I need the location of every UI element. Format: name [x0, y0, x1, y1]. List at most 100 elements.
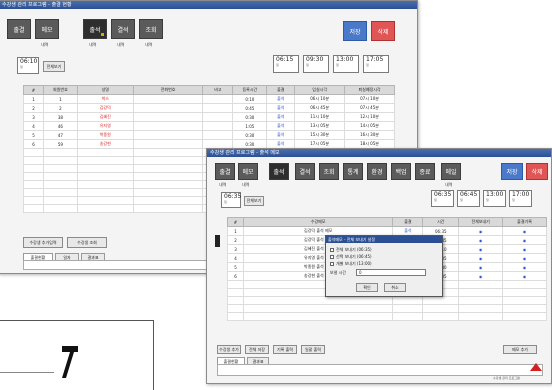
checkbox-icon[interactable] [330, 262, 334, 266]
dialog-option[interactable]: 개별 보내기 (13:00) [330, 261, 372, 267]
time-slot[interactable]: 06:15 일 [273, 55, 299, 73]
toolbar-button-memo[interactable]: 메모 [35, 19, 59, 39]
search-student-button[interactable]: 수강생 조회 [67, 237, 107, 248]
radio-icon[interactable]: ◉ [458, 253, 504, 263]
table-cell: 0:10 [232, 94, 268, 104]
toolbar-button-label: 통계 [347, 169, 359, 176]
batch-print-button[interactable]: 일괄 출력 [301, 345, 325, 354]
table-row[interactable]: 1 1 박스 0:10 출석 06시 10분 07시 10분 [23, 94, 395, 104]
filter-button[interactable]: 전체보기 [43, 61, 65, 72]
toolbar-button-search[interactable]: 조회 [139, 19, 163, 39]
radio-icon[interactable]: ◉ [502, 253, 547, 263]
column-header[interactable]: # [23, 85, 44, 95]
save-button[interactable]: 저장 [343, 21, 367, 41]
toolbar-button-mail[interactable]: 메일 [441, 163, 461, 180]
time-slot[interactable]: 06:35 일 [431, 190, 454, 207]
column-header[interactable]: 성명 [76, 85, 134, 95]
delete-button[interactable]: 삭제 [526, 163, 548, 180]
toolbar-button-present[interactable]: 출석 [83, 19, 107, 39]
column-header[interactable]: 회원번호 [42, 85, 78, 95]
send-settings-dialog: 출석메모 - 전체 보내기 설정 전체 보내기 (06:35) 선택 보내기 (… [325, 235, 443, 297]
save-all-button[interactable]: 전체 저장 [245, 345, 269, 354]
column-header[interactable]: 출결 [266, 85, 296, 95]
filter-button[interactable]: 전체보기 [244, 196, 264, 206]
column-header[interactable]: 전화번호 [132, 85, 204, 95]
toolbar-button-backup[interactable]: 백업 [391, 163, 411, 180]
radio-icon[interactable]: ◉ [502, 271, 547, 281]
time-slot[interactable]: 09:30 일 [303, 55, 329, 73]
dialog-option[interactable]: 전체 보내기 (06:35) [330, 247, 372, 253]
column-header[interactable]: 입실시각 [294, 85, 346, 95]
time-slot[interactable]: 17:05 일 [363, 55, 389, 73]
checkbox-icon[interactable] [330, 255, 334, 259]
toolbar-button-exit[interactable]: 종료 [415, 163, 435, 180]
add-student-button[interactable]: 수강생 추가 [217, 345, 241, 354]
column-header[interactable]: 출결 [392, 217, 424, 227]
table-cell: 14시 05분 [344, 121, 395, 131]
time-slot-sub: 일 [434, 198, 437, 202]
table-row[interactable]: 4 46 유지영 1:05 출석 13시 05분 14시 05분 [23, 121, 395, 131]
table-cell: 박종원 [76, 130, 134, 140]
save-button[interactable]: 저장 [501, 163, 523, 180]
table-row[interactable]: 2 2 김강덕 0:45 출석 06시 45분 07시 45분 [23, 103, 395, 113]
table-cell: 유지영 [76, 121, 134, 131]
column-header[interactable]: 등록시간 [232, 85, 268, 95]
table-cell: 11시 10분 [294, 112, 346, 122]
column-header[interactable]: 전체보내기 [458, 217, 504, 227]
toolbar-button-attendance[interactable]: 출결 [7, 19, 31, 39]
radio-icon[interactable]: ◉ [458, 235, 504, 245]
radio-icon[interactable]: ◉ [458, 271, 504, 281]
table-cell [202, 103, 234, 113]
column-header[interactable]: 비고 [202, 85, 234, 95]
radio-icon[interactable]: ◉ [502, 235, 547, 245]
toolbar-button-absent[interactable]: 결석 [295, 163, 315, 180]
table-row[interactable]: 5 47 박종원 0:30 출석 15시 30분 16시 30분 [23, 130, 395, 140]
table-cell: 16시 30분 [344, 130, 395, 140]
toolbar-sublabel: 내역 [445, 182, 453, 187]
ok-button[interactable]: 확인 [356, 283, 378, 292]
radio-icon[interactable]: ◉ [458, 262, 504, 272]
time-slot-sub: 일 [512, 198, 515, 202]
toolbar-button-label: 백업 [395, 169, 407, 176]
table-cell: 13시 05분 [294, 121, 346, 131]
time-slot[interactable]: 13:00 일 [483, 190, 506, 207]
checkbox-icon[interactable] [330, 248, 334, 252]
date-box[interactable]: 06:35 일 [221, 192, 241, 208]
column-header[interactable]: 퇴실예정시각 [344, 85, 395, 95]
time-slot-sub: 일 [336, 63, 339, 67]
time-slot[interactable]: 13:00 일 [333, 55, 359, 73]
radio-icon[interactable]: ◉ [458, 244, 504, 254]
delete-button[interactable]: 삭제 [371, 21, 395, 41]
table-row[interactable]: 3 38 김혜진 0:30 출석 11시 10분 12시 10분 [23, 112, 395, 122]
radio-icon[interactable]: ◉ [502, 244, 547, 254]
dialog-option[interactable]: 선택 보내기 (06:45) [330, 254, 372, 260]
toolbar-sublabel: 내역 [117, 42, 125, 47]
column-header[interactable]: 시간 [422, 217, 460, 227]
toolbar-button-absent[interactable]: 결석 [111, 19, 135, 39]
toolbar-button-search[interactable]: 조회 [319, 163, 339, 180]
toolbar-button-attendance[interactable]: 출결 [215, 163, 235, 180]
date-box[interactable]: 06:10 일 [17, 57, 39, 74]
column-header[interactable]: # [227, 217, 244, 227]
time-slot[interactable]: 17:00 일 [509, 190, 532, 207]
toolbar-button-memo[interactable]: 메모 [238, 163, 258, 180]
toolbar-button-stats[interactable]: 통계 [343, 163, 363, 180]
column-header[interactable]: 출결기록 [502, 217, 547, 227]
logo-icon [529, 361, 543, 375]
toolbar-button-label: 출석 [89, 26, 101, 34]
add-memo-button[interactable]: 메모 추가 [503, 345, 537, 354]
time-slot[interactable]: 06:45 일 [457, 190, 480, 207]
add-student-button[interactable]: 수강생 추가입력 [23, 237, 63, 248]
radio-icon[interactable]: ◉ [502, 226, 547, 236]
radio-icon[interactable]: ◉ [458, 226, 504, 236]
cancel-button[interactable]: 취소 [384, 283, 406, 292]
time-slot-sub: 일 [460, 198, 463, 202]
print-record-button[interactable]: 기록 출력 [273, 345, 297, 354]
table-cell: 1 [23, 94, 44, 104]
dialog-field-input[interactable]: 0 [356, 269, 426, 276]
table-cell [132, 121, 204, 131]
toolbar-button-present[interactable]: 출석 [269, 163, 289, 180]
toolbar-button-settings[interactable]: 환경 [367, 163, 387, 180]
column-header[interactable]: 수강메모 [242, 217, 394, 227]
radio-icon[interactable]: ◉ [502, 262, 547, 272]
